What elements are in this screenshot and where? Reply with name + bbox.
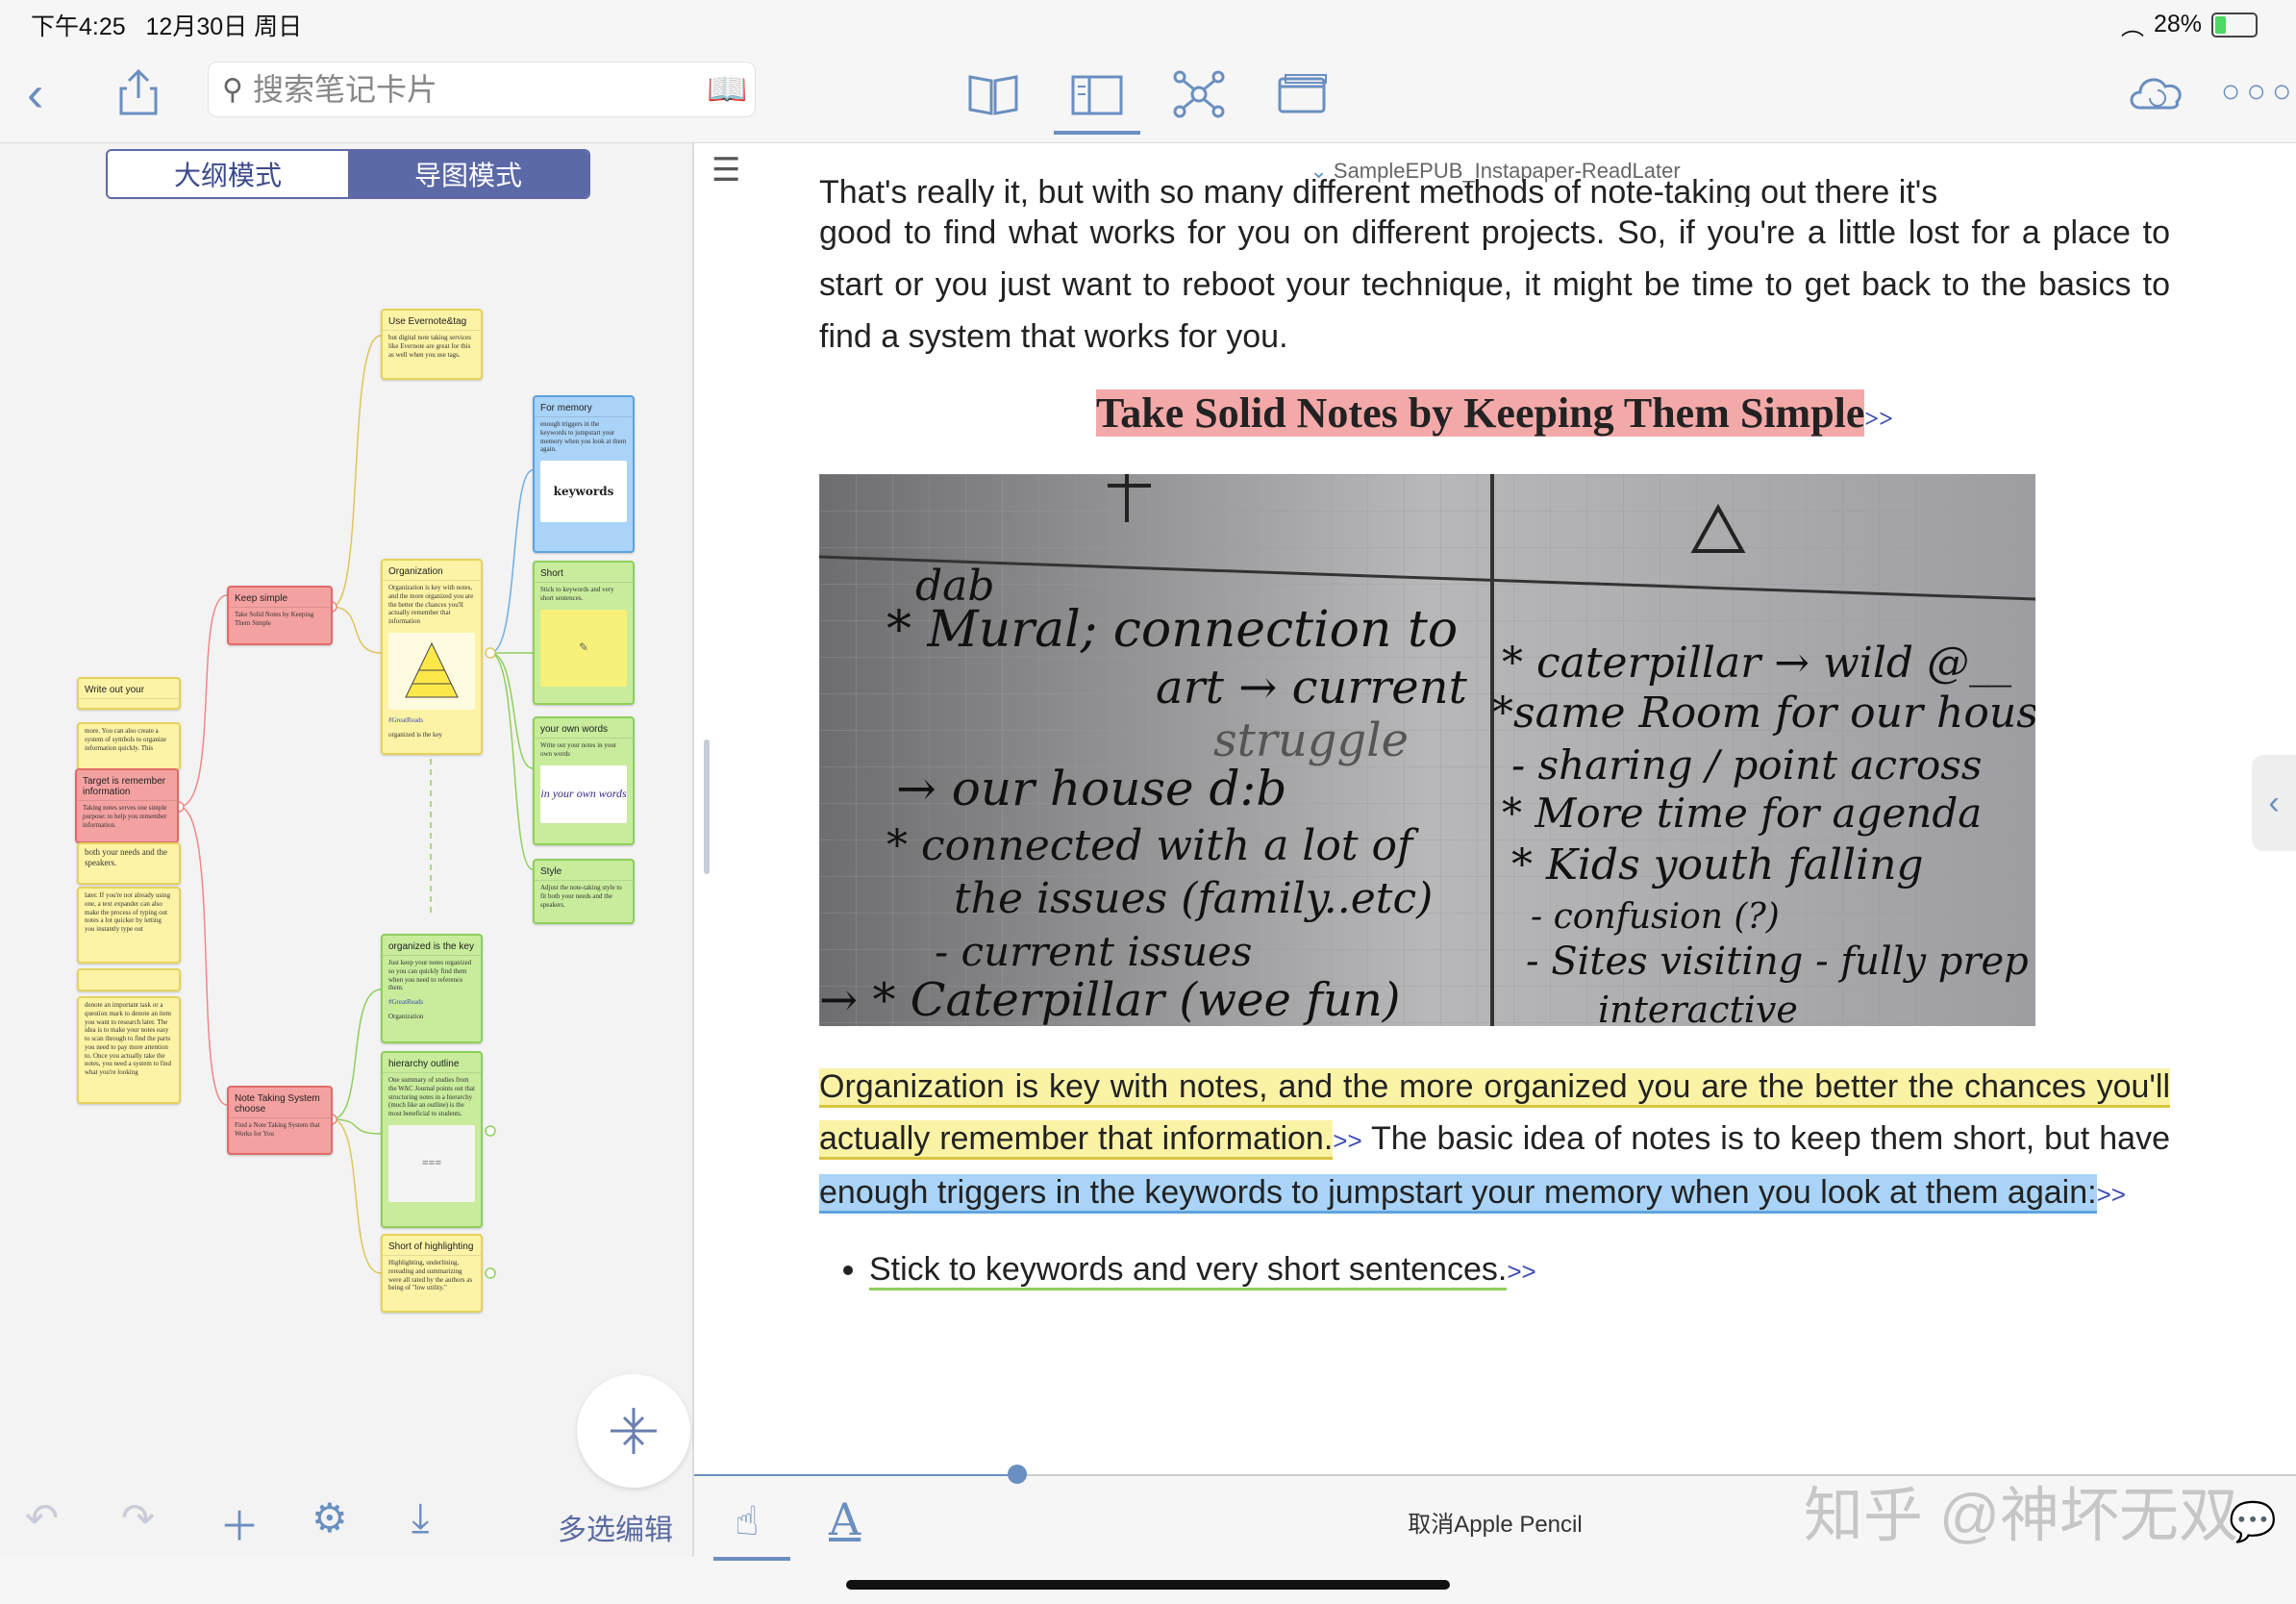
open-book-icon[interactable]: 📖 [707,70,747,109]
mindmap-node-keep-simple[interactable]: Keep simple Take Solid Notes by Keeping T… [227,586,333,645]
handwritten-line: - Sites visiting - fully prep [1526,940,2029,984]
mindmap-node-target[interactable]: Target is remember information Taking not… [75,768,179,843]
list-item: Stick to keywords and very short sentenc… [869,1243,2170,1297]
reader-content: That's really it, but with so many diffe… [819,178,2170,1297]
mindmap-node-note-system[interactable]: Note Taking System choose Find a Note Tak… [227,1086,333,1155]
handwritten-line: * Mural; connection to [886,601,1459,659]
handwritten-line: - sharing / point across [1511,741,1983,789]
collapse-map-button[interactable] [577,1374,690,1488]
mindmap-node[interactable]: denote an important task or a question m… [77,996,181,1104]
link-arrow[interactable]: >> [2097,1180,2126,1209]
mindmap-node-for-memory[interactable]: For memory enough triggers in the keyword… [533,395,635,553]
highlight-green[interactable]: Stick to keywords and very short sentenc… [869,1251,1508,1291]
share-icon[interactable] [117,67,160,122]
section-heading[interactable]: Take Solid Notes by Keeping Them Simple>… [819,388,2170,445]
handwritten-line: struggle [1213,714,1409,767]
mindmap-node-highlight[interactable]: Short of highlighting Highlighting, under… [381,1234,483,1313]
more-icon[interactable]: ○○○ [2221,75,2296,108]
reader-panel: ☰ ⌄ SampleEPUB_Instapaper-ReadLater That… [694,143,2296,1475]
outline-thumbnail: ≡≡≡ [388,1124,475,1202]
mindmap-node-evernote[interactable]: Use Evernote&tag but digital note taking … [381,309,483,380]
mindmap-node-organization[interactable]: Organization Organization is key with no… [381,559,483,755]
watermark: 知乎 @神坏无双 [1803,1483,2238,1549]
hand-tool-underline [713,1557,790,1561]
book-view-tab[interactable] [950,65,1036,123]
handwritten-line: interactive [1598,989,1798,1026]
highlight-blue[interactable]: enough triggers in the keywords to jumps… [819,1174,2097,1214]
search-icon: ⚲ [222,73,243,106]
handwritten-line: * connected with a lot of [886,821,1413,870]
settings-icon[interactable]: ⚙ [312,1494,348,1541]
handwritten-notes-photo: dab * Mural; connection to art → current… [819,474,2035,1026]
card-view-tab[interactable] [1054,65,1140,135]
handwritten-line: * More time for agenda [1502,789,1983,837]
import-icon[interactable]: ⤓ [412,1494,430,1541]
handwritten-line: art → current [1156,661,1467,714]
cloud-sync-icon[interactable] [2125,71,2188,118]
wifi-icon: ︵ [2120,14,2144,40]
mindmap-bottom-toolbar: ↶ ↷ ＋ ⚙ ⤓ 多选编辑 [0,1479,692,1556]
quote-thumbnail: in your own words [540,764,627,823]
redo-icon[interactable]: ↷ [121,1494,155,1541]
home-indicator[interactable] [846,1580,1450,1590]
bullet-list: Stick to keywords and very short sentenc… [819,1243,2170,1297]
status-time: 下午4:25 12月30日 周日 [31,13,303,40]
battery-icon [2211,12,2258,38]
pyramid-thumbnail [388,632,475,710]
mindmap-node[interactable] [77,968,181,991]
back-icon[interactable]: ‹ [27,69,43,119]
mindmap-node-style[interactable]: Style Adjust the note-taking style to fit… [533,859,635,924]
mindmap-node[interactable]: later. If you're not already using one, … [77,887,181,964]
card-layout-icon [1071,75,1123,115]
mindmap-node[interactable]: more. You can also create a system of sy… [77,722,181,770]
handwritten-line: * caterpillar → wild @__ [1502,639,2012,688]
multi-edit-button[interactable]: 多选编辑 [558,1506,673,1548]
handwritten-line: *same Room for our house [1492,689,2035,738]
status-bar: 下午4:25 12月30日 周日 ︵ 28% [0,0,2296,46]
link-arrow[interactable]: >> [1507,1257,1535,1286]
keywords-thumbnail: keywords [540,461,627,522]
link-arrow[interactable]: >> [1864,405,1893,433]
handwritten-line: the issues (family..etc) [954,874,1434,923]
battery-percent: 28% [2153,11,2202,38]
undo-icon[interactable]: ↶ [25,1494,59,1541]
mindmap-node-short[interactable]: Short Stick to keywords and very short se… [533,561,635,705]
mindmap-icon [1173,70,1225,118]
pencil-thumbnail: ✎ [540,609,627,687]
handwritten-line: → * Caterpillar (wee fun) [819,973,1401,1026]
mindmap-node-org-key[interactable]: organized is the key Just keep your notes… [381,934,483,1043]
mindmap-node-own-words[interactable]: your own words Write out your notes in yo… [533,716,635,845]
top-toolbar: ‹ ⚲ 📖 ○○○ [0,46,2296,143]
paragraph: good to find what works for you on diffe… [819,214,2170,355]
book-icon [968,75,1018,115]
paragraph-highlights: Organization is key with notes, and the … [819,1061,2170,1220]
handwritten-line: * Kids youth falling [1511,840,1924,890]
mindmap-panel: 大纲模式 导图模式 Write out your more. You can a… [0,143,694,1557]
status-right: ︵ 28% [2121,8,2258,41]
chevron-left-icon[interactable]: ‹ [2252,755,2296,851]
handwritten-line: - current issues [935,928,1253,975]
mindmap-node-hierarchy[interactable]: hierarchy outline One summary of studies … [381,1051,483,1228]
link-arrow[interactable]: >> [1333,1126,1361,1155]
add-icon[interactable]: ＋ [219,1494,260,1553]
mindmap-node[interactable]: both your needs and the speakers. [77,842,181,885]
paragraph-cut: That's really it, but with so many diffe… [819,178,1938,207]
search-input[interactable] [250,70,707,109]
scroll-indicator[interactable] [704,739,710,874]
handwritten-line: → our house d:b [896,761,1287,816]
search-bar[interactable]: ⚲ 📖 [208,62,756,117]
window-view-tab[interactable] [1260,65,1346,123]
window-icon [1278,74,1327,113]
mindmap-node[interactable]: Write out your [77,677,181,710]
mindmap-view-tab[interactable] [1156,65,1242,123]
collapse-icon [611,1408,657,1454]
